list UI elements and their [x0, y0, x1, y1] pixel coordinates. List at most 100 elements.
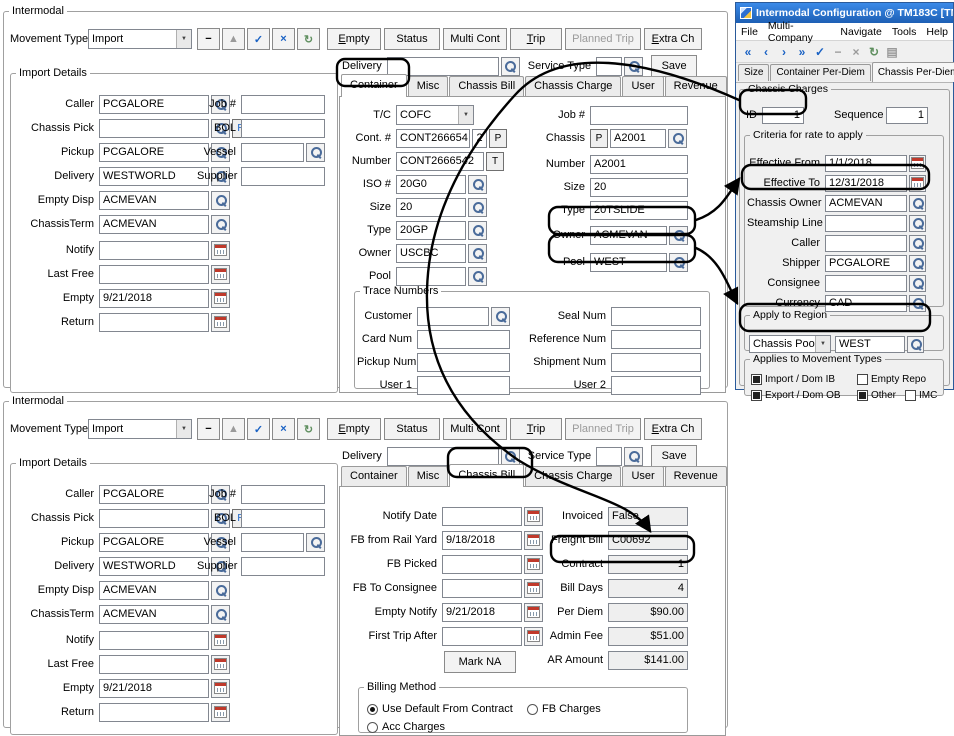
chassis-term-lookup-button[interactable] [211, 605, 230, 624]
chassis-number-field[interactable]: A2001 [590, 155, 688, 174]
fb-picked-field[interactable] [442, 555, 522, 574]
planned-trip-button[interactable]: Planned Trip [565, 28, 641, 50]
empty-button[interactable]: Empty [327, 28, 381, 50]
customer-field[interactable] [417, 307, 489, 326]
vessel-field[interactable] [241, 143, 304, 162]
fb-charges-radio[interactable] [527, 704, 538, 715]
shipper-field[interactable]: PCGALORE [825, 255, 907, 272]
imc-checkbox[interactable] [905, 390, 916, 401]
empty-disp-lookup-button[interactable] [211, 191, 230, 210]
cancel-record-icon[interactable]: × [848, 43, 864, 60]
chassis-pool-lookup-button[interactable] [669, 253, 688, 272]
notify-field[interactable] [99, 241, 209, 260]
trip-button[interactable]: Trip [510, 28, 562, 50]
sequence-field[interactable]: 1 [886, 107, 928, 124]
use-default-from-contract-radio[interactable] [367, 704, 378, 715]
bol-field[interactable] [241, 119, 325, 138]
delivery-field[interactable]: WESTWORLD [99, 557, 209, 576]
multi-cont-button[interactable]: Multi Cont [443, 28, 507, 50]
size-field[interactable]: 20 [396, 198, 466, 217]
tab-revenue[interactable]: Revenue [665, 466, 727, 486]
caller-field[interactable]: PCGALORE [99, 485, 209, 504]
chassis-size-field[interactable]: 20 [590, 178, 688, 197]
caller-field[interactable]: PCGALORE [99, 95, 209, 114]
trip-button[interactable]: Trip [510, 418, 562, 440]
last-free-field[interactable] [99, 265, 209, 284]
last-free-field[interactable] [99, 655, 209, 674]
delivery-lookup-button[interactable] [501, 57, 520, 76]
mark-na-button[interactable]: Mark NA [444, 651, 516, 673]
menu-multi-company[interactable]: Multi-Company [763, 20, 836, 44]
user1-field[interactable] [417, 376, 510, 395]
tab-misc[interactable]: Misc [408, 76, 449, 96]
tab-user[interactable]: User [622, 76, 663, 96]
chassis-owner-lookup-button[interactable] [669, 226, 688, 245]
extra-ch-button[interactable]: Extra Ch [644, 28, 702, 50]
empty-disp-field[interactable]: ACMEVAN [99, 581, 209, 600]
refresh-icon[interactable]: ↻ [866, 43, 882, 60]
empty-date-calendar-button[interactable] [211, 289, 230, 308]
chassis-type-field[interactable]: 20TSLIDE [590, 201, 688, 220]
tab-misc[interactable]: Misc [408, 466, 449, 486]
bol-field[interactable] [241, 509, 325, 528]
empty-disp-lookup-button[interactable] [211, 581, 230, 600]
empty-date-field[interactable]: 9/21/2018 [99, 679, 209, 698]
chassis-pick-field[interactable] [99, 509, 209, 528]
notify-date-field[interactable] [442, 507, 522, 526]
vessel-lookup-button[interactable] [306, 143, 325, 162]
menu-file[interactable]: File [736, 26, 763, 38]
movement-type-select[interactable]: Import▼ [88, 419, 192, 439]
job-field[interactable] [241, 485, 325, 504]
shipper-lookup-button[interactable] [909, 255, 926, 272]
effective-to-field[interactable]: 12/31/2018 [825, 175, 907, 192]
steamship-line-lookup-button[interactable] [909, 215, 926, 232]
job-field[interactable] [241, 95, 325, 114]
import-dom-ib-checkbox[interactable] [751, 374, 762, 385]
first-record-icon[interactable]: « [740, 43, 756, 60]
service-type-lookup-button[interactable] [624, 447, 643, 466]
return-calendar-button[interactable] [211, 313, 230, 332]
caller-lookup-button[interactable] [909, 235, 926, 252]
delivery-header-field[interactable] [387, 447, 499, 466]
empty-disp-field[interactable]: ACMEVAN [99, 191, 209, 210]
last-free-calendar-button[interactable] [211, 265, 230, 284]
t-button[interactable]: T [486, 152, 504, 171]
status-button[interactable]: Status [384, 418, 440, 440]
chassis-term-lookup-button[interactable] [211, 215, 230, 234]
shipment-num-field[interactable] [611, 353, 701, 372]
seal-num-field[interactable] [611, 307, 701, 326]
delivery-header-field[interactable] [387, 57, 499, 76]
other-checkbox[interactable] [857, 390, 868, 401]
fb-to-consignee-field[interactable] [442, 579, 522, 598]
previous-record-icon[interactable]: ‹ [758, 43, 774, 60]
user2-field[interactable] [611, 376, 701, 395]
multi-cont-button[interactable]: Multi Cont [443, 418, 507, 440]
chassis-p-button[interactable]: P [590, 129, 608, 148]
tab-container[interactable]: Container [341, 74, 407, 97]
move-up-button[interactable]: ▲ [222, 28, 245, 50]
cancel-button[interactable]: × [272, 418, 295, 440]
next-record-icon[interactable]: › [776, 43, 792, 60]
return-calendar-button[interactable] [211, 703, 230, 722]
service-type-field[interactable] [596, 57, 622, 76]
tab-size[interactable]: Size [738, 64, 769, 81]
empty-notify-field[interactable]: 9/21/2018 [442, 603, 522, 622]
tab-chassis-per-diem[interactable]: Chassis Per-Diem [872, 62, 954, 82]
confirm-button[interactable]: ✓ [247, 28, 270, 50]
print-icon[interactable]: ▤ [884, 43, 900, 60]
owner-lookup-button[interactable] [468, 244, 487, 263]
return-field[interactable] [99, 703, 209, 722]
refresh-button[interactable]: ↻ [297, 28, 320, 50]
status-button[interactable]: Status [384, 28, 440, 50]
menu-navigate[interactable]: Navigate [835, 26, 886, 38]
fb-from-rail-yard-field[interactable]: 9/18/2018 [442, 531, 522, 550]
iso-lookup-button[interactable] [468, 175, 487, 194]
cfg-chassis-pool-field[interactable]: WEST [835, 336, 905, 353]
tab-chassis-charge[interactable]: Chassis Charge [525, 466, 621, 486]
chassis-term-field[interactable]: ACMEVAN [99, 215, 209, 234]
supplier-field[interactable] [241, 167, 325, 186]
export-dom-ob-checkbox[interactable] [751, 390, 762, 401]
notify-field[interactable] [99, 631, 209, 650]
check-digit-field[interactable]: 2 [472, 129, 487, 148]
p-button[interactable]: P [489, 129, 507, 148]
